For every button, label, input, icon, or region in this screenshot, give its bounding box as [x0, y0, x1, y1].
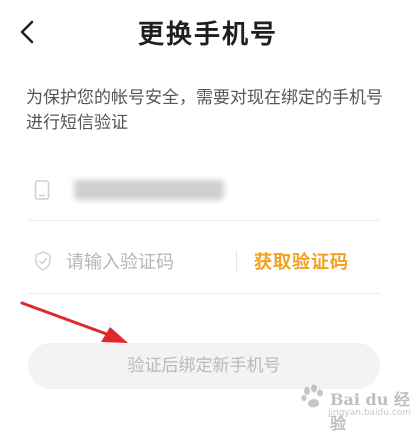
verification-description: 为保护您的帐号安全，需要对现在绑定的手机号进行短信验证: [26, 88, 383, 133]
verification-code-row: 获取验证码: [28, 231, 380, 294]
baidu-watermark: Bai du 经验 jingyan.baidu.com: [300, 380, 412, 433]
get-code-button[interactable]: 获取验证码: [254, 248, 349, 274]
phone-row: [28, 160, 380, 221]
paw-logo-icon: [301, 384, 323, 408]
masked-phone-number: [74, 176, 234, 204]
page-title: 更换手机号: [137, 20, 278, 50]
phone-icon: [34, 180, 50, 200]
verification-code-input[interactable]: [66, 247, 246, 277]
header: 更换手机号: [0, 0, 416, 64]
watermark-url: jingyan.baidu.com: [328, 408, 412, 418]
divider: [236, 251, 237, 273]
shield-check-icon: [35, 251, 51, 271]
